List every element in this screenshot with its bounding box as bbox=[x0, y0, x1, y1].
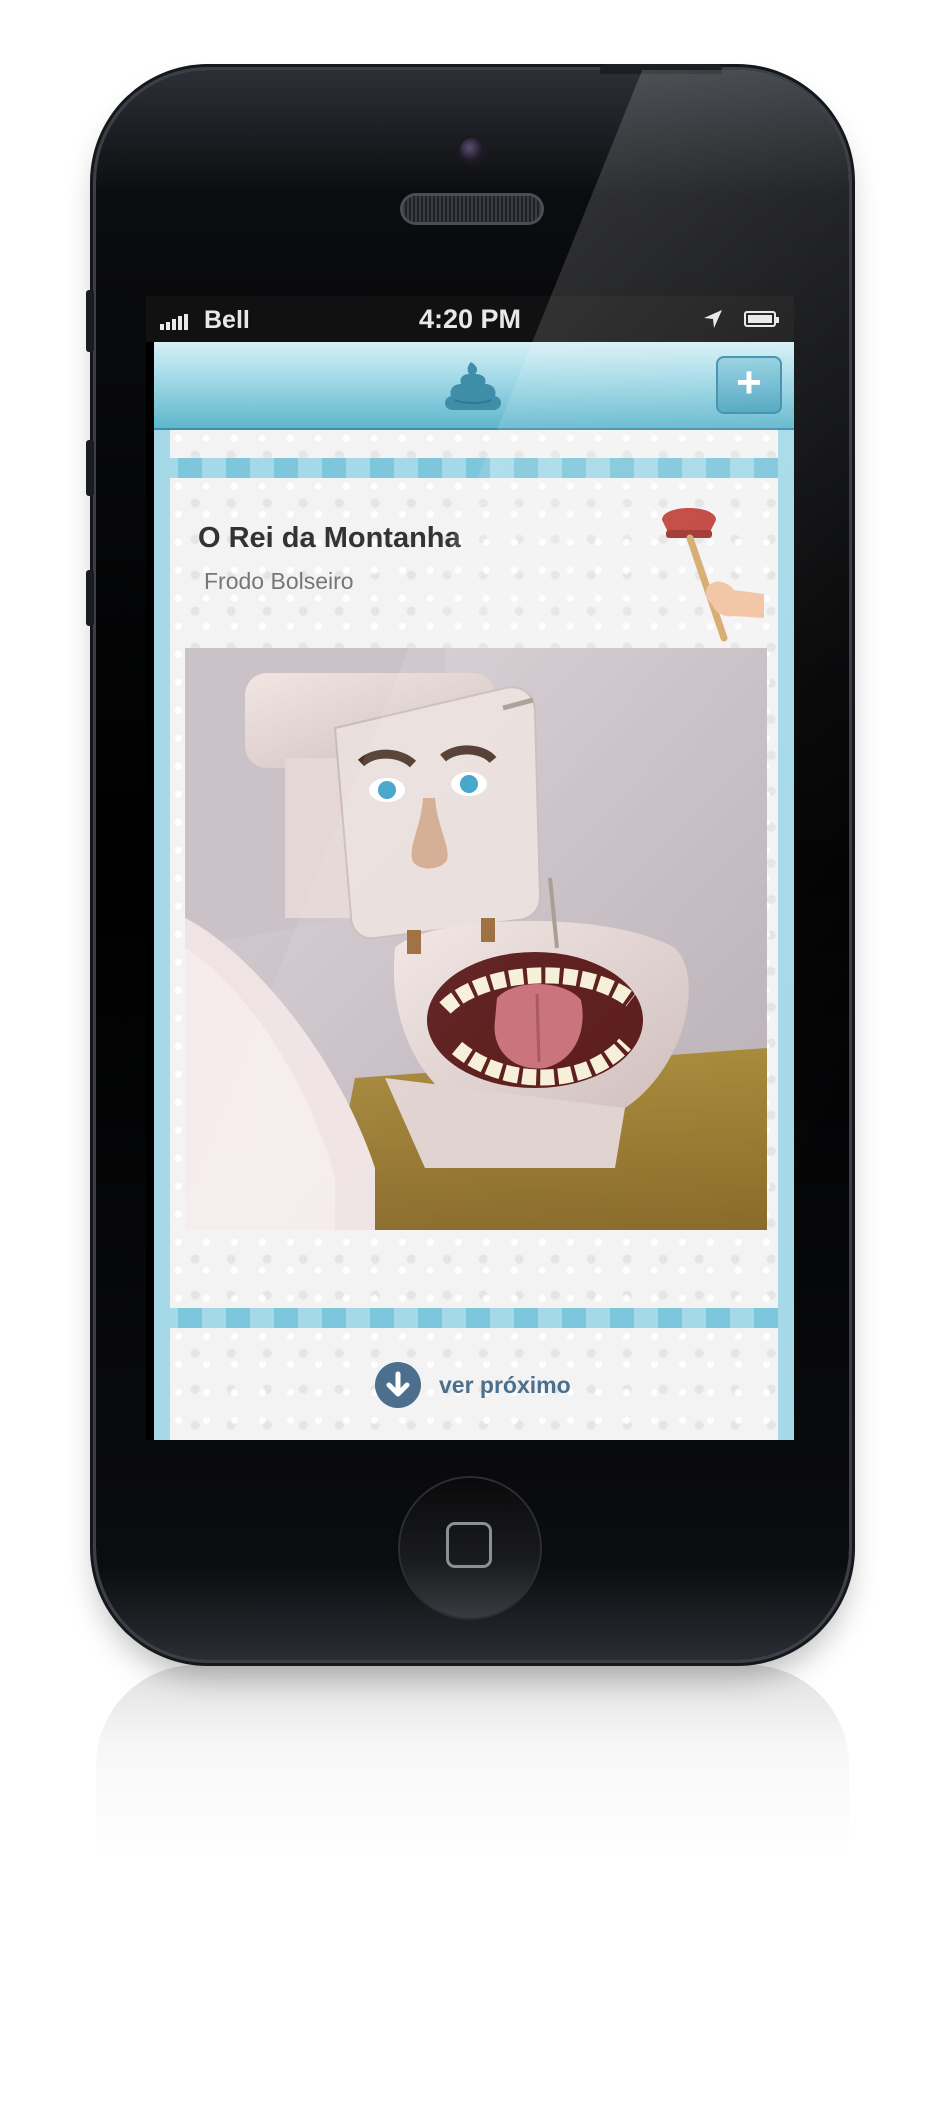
post-author: Frodo Bolseiro bbox=[204, 568, 354, 594]
sleep-button bbox=[600, 64, 722, 74]
phone-screen: Bell 4:20 PM + O Rei da Montanha Frodo B… bbox=[146, 296, 794, 1440]
volume-up-button bbox=[86, 440, 94, 496]
post-card: O Rei da Montanha Frodo Bolseiro bbox=[170, 478, 778, 1308]
post-image bbox=[185, 648, 767, 1230]
post-title: O Rei da Montanha bbox=[198, 522, 461, 554]
home-square-icon bbox=[446, 1522, 492, 1568]
battery-icon bbox=[744, 311, 779, 327]
app-content: + O Rei da Montanha Frodo Bolseiro ver p… bbox=[154, 342, 794, 1440]
status-time: 4:20 PM bbox=[418, 304, 522, 334]
front-camera bbox=[460, 138, 484, 162]
plunger-hand-icon bbox=[662, 508, 764, 642]
next-area: ver próximo bbox=[170, 1328, 778, 1440]
status-bar: Bell 4:20 PM bbox=[146, 296, 794, 342]
volume-down-button bbox=[86, 570, 94, 626]
next-button-label: ver próximo bbox=[439, 1371, 571, 1398]
towel-strip-top bbox=[170, 430, 778, 458]
location-arrow-icon bbox=[704, 310, 722, 328]
phone-reflection bbox=[96, 1665, 849, 1865]
next-button[interactable]: ver próximo bbox=[375, 1362, 571, 1408]
add-button[interactable]: + bbox=[716, 356, 782, 414]
poop-icon bbox=[445, 362, 501, 410]
navigation-bar: + bbox=[154, 342, 794, 430]
earpiece-speaker bbox=[403, 196, 541, 222]
arrow-down-circle-icon bbox=[375, 1362, 421, 1408]
mute-switch bbox=[86, 290, 94, 352]
